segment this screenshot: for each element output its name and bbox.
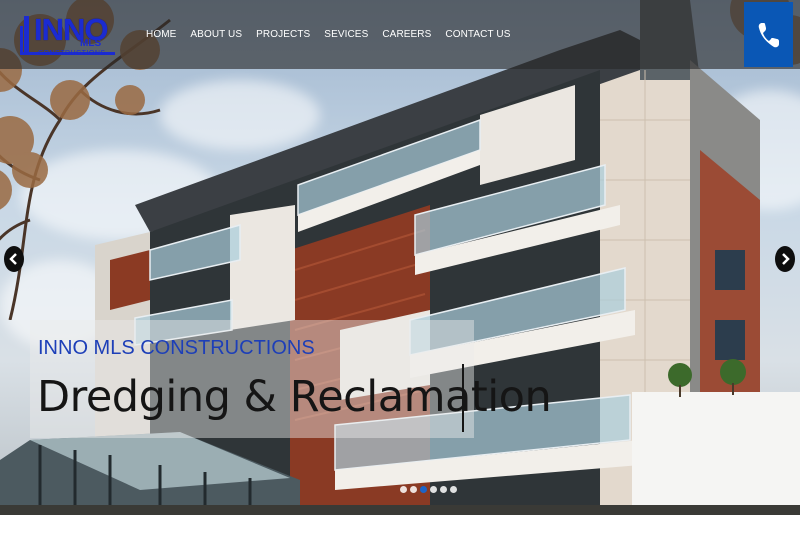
slide-dot[interactable]: [400, 486, 407, 493]
chevron-left-icon: [9, 253, 17, 265]
phone-button[interactable]: [744, 2, 793, 67]
slide-dot[interactable]: [430, 486, 437, 493]
nav-services[interactable]: SEVICES: [324, 29, 368, 40]
slide-subtitle: INNO MLS CONSTRUCTIONS: [38, 337, 315, 359]
main-nav: HOME ABOUT US PROJECTS SEVICES CAREERS C…: [146, 29, 524, 40]
phone-icon: [758, 22, 779, 47]
nav-home[interactable]: HOME: [146, 29, 176, 40]
site-header: INNO MLS CONSTRUCTIONS HOME ABOUT US PRO…: [0, 0, 800, 69]
hero-slider: INNO MLS CONSTRUCTIONS HOME ABOUT US PRO…: [0, 0, 800, 515]
nav-about-us[interactable]: ABOUT US: [190, 29, 242, 40]
chevron-right-icon: [782, 253, 790, 265]
slider-indicators: [400, 486, 457, 493]
slide-dot-active[interactable]: [420, 486, 427, 493]
slider-prev-button[interactable]: [4, 246, 24, 272]
logo-tagline: CONSTRUCTIONS: [38, 50, 106, 57]
slide-dot[interactable]: [450, 486, 457, 493]
nav-projects[interactable]: PROJECTS: [256, 29, 310, 40]
logo-sub-text: MLS: [80, 38, 102, 49]
slide-caption: INNO MLS CONSTRUCTIONS Dredging & Reclam…: [30, 320, 552, 438]
slide-title: Dredging & Reclamation: [37, 372, 552, 422]
slider-next-button[interactable]: [775, 246, 795, 272]
slide-dot[interactable]: [410, 486, 417, 493]
logo[interactable]: INNO MLS CONSTRUCTIONS: [20, 8, 120, 62]
nav-careers[interactable]: CAREERS: [382, 29, 431, 40]
nav-contact-us[interactable]: CONTACT US: [445, 29, 510, 40]
slide-dot[interactable]: [440, 486, 447, 493]
typing-cursor: [462, 364, 464, 432]
